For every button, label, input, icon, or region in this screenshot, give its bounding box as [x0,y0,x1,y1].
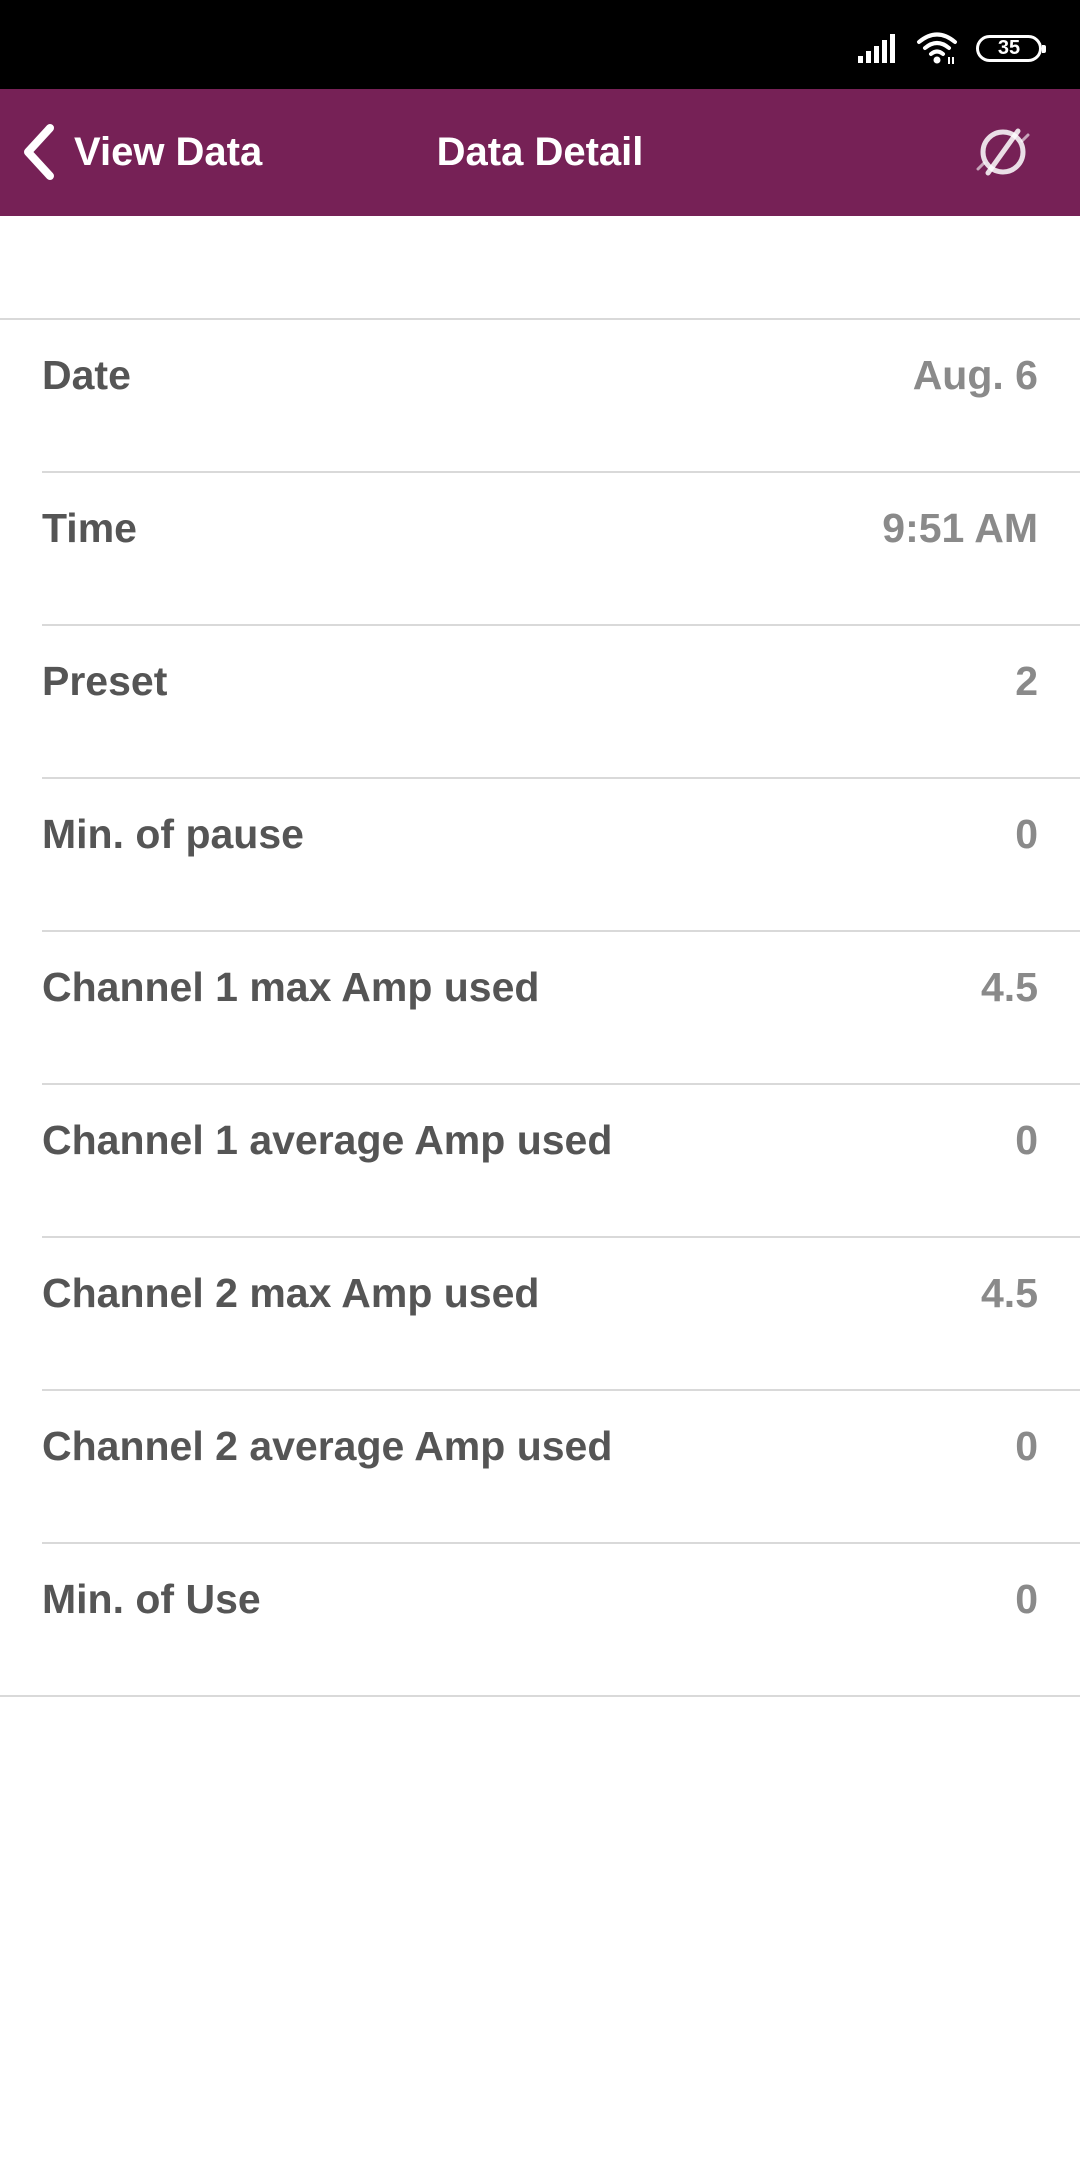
row-divider [0,1695,1080,1697]
row-value: 0 [1015,811,1038,857]
row-label: Min. of Use [42,1576,261,1622]
list-item-time: Time 9:51 AM [0,473,1080,626]
list-item-min-of-use: Min. of Use 0 [0,1544,1080,1697]
signal-icon [858,34,895,63]
row-value: 2 [1015,658,1038,704]
row-label: Time [42,505,137,551]
back-button[interactable]: View Data [18,119,262,185]
app-header: View Data Data Detail [0,89,1080,216]
list-item-channel-1-average-amp: Channel 1 average Amp used 0 [0,1085,1080,1238]
row-value: 4.5 [981,964,1038,1010]
battery-level: 35 [997,37,1021,59]
list-item-channel-2-average-amp: Channel 2 average Amp used 0 [0,1391,1080,1544]
status-bar: 35 [0,0,1080,89]
battery-icon: 35 [976,34,1046,62]
list-item-channel-1-max-amp: Channel 1 max Amp used 4.5 [0,932,1080,1085]
row-label: Preset [42,658,168,704]
row-label: Min. of pause [42,811,304,857]
list-item-min-of-pause: Min. of pause 0 [0,779,1080,932]
row-label: Channel 2 average Amp used [42,1423,613,1469]
list-item-date: Date Aug. 6 [0,320,1080,473]
row-value: Aug. 6 [912,352,1038,398]
row-value: 9:51 AM [882,505,1038,551]
list-item-channel-2-max-amp: Channel 2 max Amp used 4.5 [0,1238,1080,1391]
data-list: Date Aug. 6 Time 9:51 AM Preset 2 Min. o… [0,320,1080,1697]
status-icons: 35 [856,30,1046,66]
list-item-preset: Preset 2 [0,626,1080,779]
row-value: 4.5 [981,1270,1038,1316]
row-label: Date [42,352,131,398]
row-label: Channel 2 max Amp used [42,1270,540,1316]
disconnect-icon[interactable] [970,119,1036,185]
row-value: 0 [1015,1423,1038,1469]
screen: 35 View Data Data Detail Date Aug. 6 Tim… [0,0,1080,2160]
row-value: 0 [1015,1576,1038,1622]
back-label: View Data [74,129,263,174]
row-label: Channel 1 average Amp used [42,1117,613,1163]
wifi-icon [917,32,957,64]
row-value: 0 [1015,1117,1038,1163]
chevron-left-icon [24,124,54,180]
row-label: Channel 1 max Amp used [42,964,540,1010]
